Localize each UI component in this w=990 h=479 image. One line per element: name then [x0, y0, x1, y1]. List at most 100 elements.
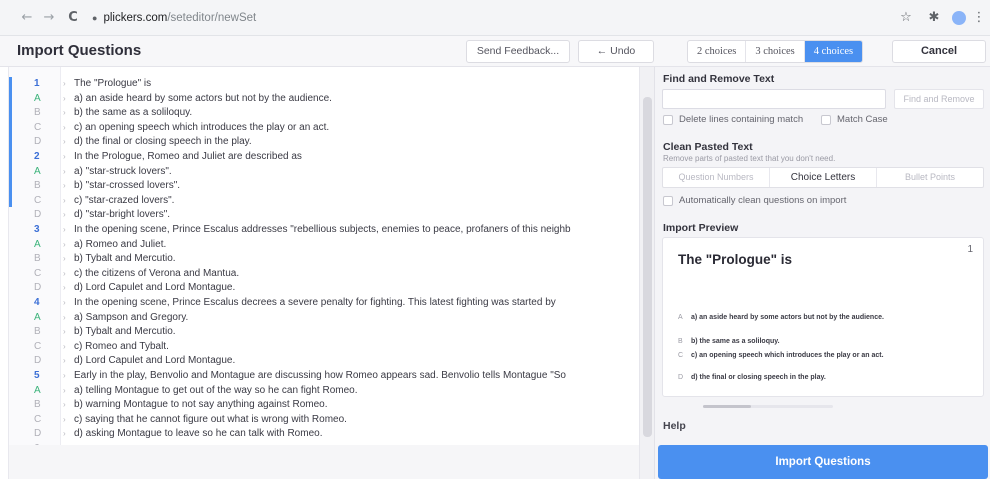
line-marker: B [34, 399, 41, 411]
line-text[interactable]: b) "star-crossed lovers". [74, 179, 639, 194]
match-case-checkbox[interactable]: Match Case [821, 114, 888, 125]
line-marker: 1 [34, 78, 40, 89]
line-text[interactable]: d) Lord Capulet and Lord Montague. [74, 281, 639, 296]
answer-line[interactable]: A › a) telling Montague to get out of the … [9, 384, 639, 399]
browser-menu-icon[interactable]: ⋮ [972, 8, 986, 28]
question-line[interactable]: 1 › The "Prologue" is [9, 77, 639, 92]
line-chevron-icon: › [63, 371, 66, 380]
cancel-button[interactable]: Cancel [892, 40, 986, 63]
line-text[interactable]: b) Tybalt and Mercutio. [74, 325, 639, 340]
answer-line[interactable]: B › b) Tybalt and Mercutio. [9, 325, 639, 340]
back-arrow-icon[interactable]: ← [18, 8, 36, 28]
line-chevron-icon: › [63, 122, 66, 132]
find-text-input[interactable] [662, 89, 886, 109]
answer-line[interactable]: D › d) Lord Capulet and Lord Montague. [9, 354, 639, 369]
reload-icon[interactable]: C [64, 8, 82, 28]
line-marker: B [34, 107, 41, 119]
import-preview-card: 1 The "Prologue" is Aa) an aside heard b… [662, 237, 984, 397]
question-line[interactable]: 5 › Early in the play, Benvolio and Montag… [9, 369, 639, 384]
preview-answer-letter: A [678, 314, 683, 321]
delete-lines-checkbox[interactable]: Delete lines containing match [663, 114, 803, 125]
checkbox-box[interactable] [663, 195, 673, 206]
import-questions-button[interactable]: Import Questions [658, 445, 988, 479]
line-marker: D [34, 428, 42, 440]
line-text[interactable]: d) Lord Capulet and Lord Montague. [74, 354, 639, 369]
send-feedback-button[interactable]: Send Feedback... [466, 40, 570, 63]
auto-clean-label: Automatically clean questions on import [679, 195, 847, 206]
line-marker: C [34, 413, 42, 425]
line-text[interactable]: a) "star-struck lovers". [74, 165, 639, 180]
undo-button[interactable]: ← Undo [578, 40, 654, 63]
line-chevron-icon: › [63, 327, 66, 337]
answer-line[interactable]: B › b) Tybalt and Mercutio. [9, 252, 639, 267]
choice-option[interactable]: 4 choices [803, 41, 863, 62]
line-chevron-icon: › [63, 195, 66, 205]
line-text[interactable]: d) asking Montague to leave so he can ta… [74, 427, 639, 442]
answer-line[interactable]: D › d) asking Montague to leave so he can … [9, 427, 639, 442]
answer-line[interactable]: C › c) the citizens of Verona and Mantua. [9, 267, 639, 282]
question-line[interactable]: 2 › In the Prologue, Romeo and Juliet are … [9, 150, 639, 165]
line-text[interactable]: In the opening scene, Prince Escalus add… [74, 223, 639, 238]
line-text[interactable]: a) an aside heard by some actors but not… [74, 92, 639, 107]
question-text-editor[interactable]: 1 › The "Prologue" is A › a) an aside heard b… [8, 67, 655, 479]
answer-line[interactable]: D › d) Lord Capulet and Lord Montague. [9, 281, 639, 296]
answer-line[interactable]: C › c) Romeo and Tybalt. [9, 340, 639, 355]
line-marker: A [34, 92, 41, 104]
line-text[interactable]: In the opening scene, Prince Escalus dec… [74, 296, 639, 311]
clean-option-button[interactable]: Question Numbers [663, 168, 769, 187]
help-title[interactable]: Help [663, 420, 686, 432]
checkbox-box[interactable] [821, 114, 831, 125]
answer-line[interactable]: A › a) Romeo and Juliet. [9, 238, 639, 253]
line-text[interactable]: In the Prologue, Romeo and Juliet are de… [74, 150, 639, 165]
line-text[interactable]: c) Romeo and Tybalt. [74, 340, 639, 355]
answer-line[interactable]: A › a) "star-struck lovers". [9, 165, 639, 180]
line-text[interactable]: The "Prologue" is [74, 77, 639, 92]
line-chevron-icon: › [63, 225, 66, 234]
line-text[interactable]: a) telling Montague to get out of the wa… [74, 384, 639, 399]
answer-line[interactable]: A › a) Sampson and Gregory. [9, 311, 639, 326]
line-chevron-icon: › [63, 268, 66, 278]
question-line[interactable]: 3 › In the opening scene, Prince Escalus a… [9, 223, 639, 238]
preview-answer-letter: B [678, 338, 683, 345]
clean-option-button[interactable]: Bullet Points [876, 168, 983, 187]
answer-line[interactable]: B › b) the same as a soliloquy. [9, 106, 639, 121]
answer-line[interactable]: C › c) "star-crazed lovers". [9, 194, 639, 209]
profile-avatar-icon[interactable] [952, 11, 966, 25]
preview-question-number: 1 [967, 244, 973, 255]
line-text[interactable]: c) the citizens of Verona and Mantua. [74, 267, 639, 282]
choice-option[interactable]: 3 choices [745, 41, 803, 62]
answer-line[interactable]: C › c) an opening speech which introduces … [9, 121, 639, 136]
extensions-icon[interactable]: ✱ [924, 8, 944, 28]
line-text[interactable]: b) warning Montague to not say anything … [74, 398, 639, 413]
line-text[interactable]: Early in the play, Benvolio and Montague… [74, 369, 639, 384]
answer-line[interactable]: D › d) the final or closing speech in the … [9, 135, 639, 150]
line-text[interactable]: c) an opening speech which introduces th… [74, 121, 639, 136]
auto-clean-checkbox[interactable]: Automatically clean questions on import [663, 195, 846, 206]
address-bar[interactable]: ● plickers.com/seteditor/newSet [92, 7, 256, 29]
find-remove-button[interactable]: Find and Remove [894, 89, 984, 109]
line-text[interactable]: d) the final or closing speech in the pl… [74, 135, 639, 150]
line-text[interactable]: b) the same as a soliloquy. [74, 106, 639, 121]
editor-scroll-thumb[interactable] [643, 97, 652, 437]
forward-arrow-icon[interactable]: → [40, 8, 58, 28]
answer-line[interactable]: B › b) "star-crossed lovers". [9, 179, 639, 194]
line-text[interactable]: c) saying that he cannot figure out what… [74, 413, 639, 428]
line-text[interactable]: d) "star-bright lovers". [74, 208, 639, 223]
line-text[interactable]: a) Sampson and Gregory. [74, 311, 639, 326]
line-text[interactable]: c) "star-crazed lovers". [74, 194, 639, 209]
answer-line[interactable]: A › a) an aside heard by some actors but n… [9, 92, 639, 107]
clean-option-button[interactable]: Choice Letters [769, 168, 876, 187]
editor-scrollbar[interactable] [639, 67, 655, 479]
choice-option[interactable]: 2 choices [688, 41, 745, 62]
bookmark-star-icon[interactable]: ☆ [896, 8, 916, 28]
preview-scroll-thumb[interactable] [703, 405, 751, 408]
checkbox-box[interactable] [663, 114, 673, 125]
editor-empty-area[interactable] [9, 445, 639, 479]
answer-line[interactable]: B › b) warning Montague to not say anythin… [9, 398, 639, 413]
preview-scrollbar[interactable] [703, 405, 833, 408]
answer-line[interactable]: C › c) saying that he cannot figure out wh… [9, 413, 639, 428]
answer-line[interactable]: D › d) "star-bright lovers". [9, 208, 639, 223]
line-text[interactable]: b) Tybalt and Mercutio. [74, 252, 639, 267]
line-text[interactable]: a) Romeo and Juliet. [74, 238, 639, 253]
question-line[interactable]: 4 › In the opening scene, Prince Escalus d… [9, 296, 639, 311]
